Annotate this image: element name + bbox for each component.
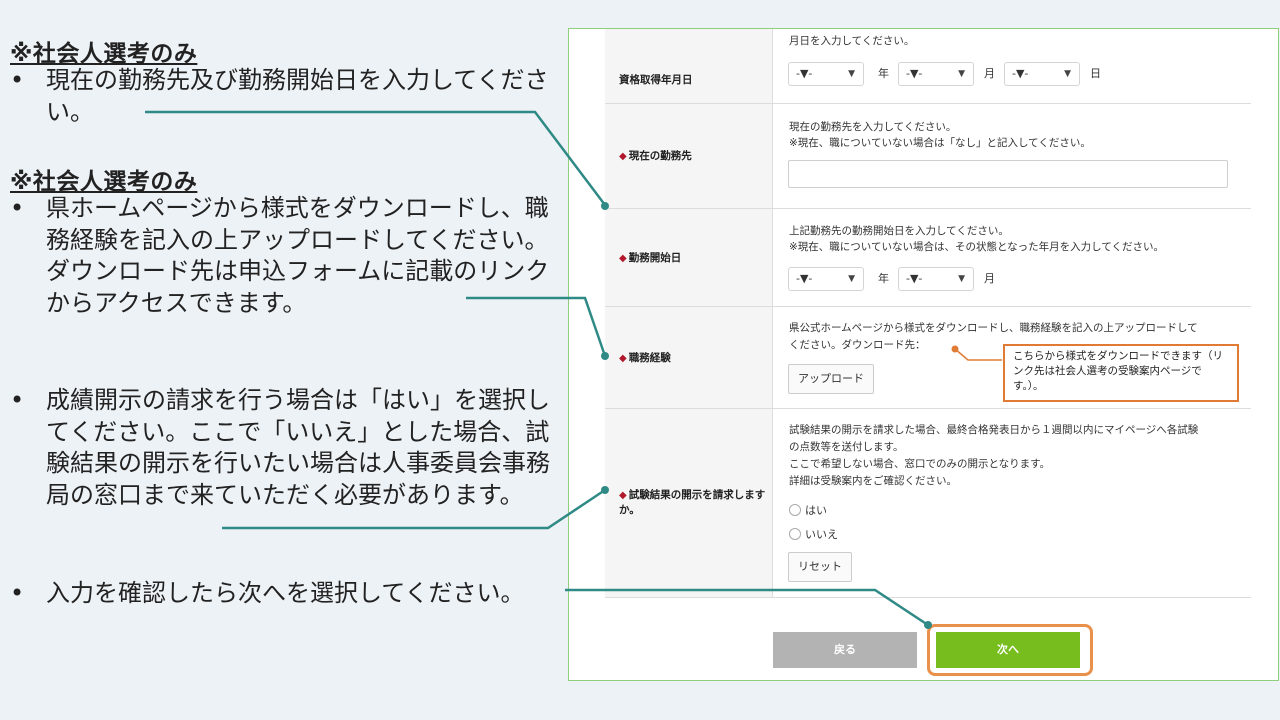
unit-month: 月 — [984, 272, 995, 285]
row-disclosure-request: ◆ 試験結果の開示を請求しますか。 試験結果の開示を請求した場合、最終合格発表日か… — [605, 408, 1251, 598]
help-disclosure-4: 詳細は受験案内をご確認ください。 — [789, 475, 957, 487]
help-disclosure-2: の点数等を送付します。 — [789, 441, 904, 453]
note-employer-text: 現在の勤務先及び勤務開始日を入力してください。 — [46, 66, 549, 126]
row-start-date: ◆ 勤務開始日 上記勤務先の勤務開始日を入力してください。 ※現在、職についてい… — [605, 208, 1251, 307]
section-title-working-adult-1: ※社会人選考のみ — [10, 41, 198, 67]
unit-day: 日 — [1090, 67, 1101, 80]
note-disclosure-text: 成績開示の請求を行う場合は「はい」を選択してください。ここで「いいえ」とした場合… — [46, 386, 550, 509]
help-disclosure-1: 試験結果の開示を請求した場合、最終合格発表日から１週間以内にマイページへ各試験 — [789, 424, 1199, 436]
field-start-date: 上記勤務先の勤務開始日を入力してください。 ※現在、職についていない場合は、その… — [774, 209, 1251, 307]
reset-button[interactable]: リセット — [788, 552, 852, 582]
help-experience-2: ください。ダウンロード先： — [789, 339, 926, 351]
label-current-employer: ◆ 現在の勤務先 — [605, 104, 773, 209]
note-next: • 入力を確認したら次へを選択してください。 — [10, 578, 580, 610]
radio-no[interactable]: いいえ — [789, 527, 838, 543]
note-disclosure: • 成績開示の請求を行う場合は「はい」を選択してください。ここで「いいえ」とした… — [10, 385, 558, 511]
note-experience: • 県ホームページから様式をダウンロードし、職務経験を記入の上アップロードしてく… — [10, 193, 558, 319]
bullet: • — [10, 66, 25, 94]
download-link-callout[interactable]: こちらから様式をダウンロードできます（リンク先は社会人選考の受験案内ページです。… — [1003, 344, 1239, 402]
qualification-year-select[interactable]: -▼- ▼ — [788, 62, 864, 86]
diamond-icon: ◆ — [619, 490, 627, 501]
note-experience-text: 県ホームページから様式をダウンロードし、職務経験を記入の上アップロードしてくださ… — [46, 194, 550, 317]
start-month-select[interactable]: -▼- ▼ — [898, 267, 974, 291]
employer-input[interactable] — [788, 160, 1228, 188]
chevron-down-icon: ▼ — [958, 69, 965, 79]
qualification-day-select[interactable]: -▼- ▼ — [1004, 62, 1080, 86]
chevron-down-icon: ▼ — [1064, 69, 1071, 79]
help-disclosure-3: ここで希望しない場合、窓口でのみの開示となります。 — [789, 458, 1051, 470]
label-work-experience: ◆ 職務経験 — [605, 307, 773, 409]
chevron-down-icon: ▼ — [848, 274, 855, 284]
next-button[interactable]: 次へ — [936, 632, 1080, 668]
diamond-icon: ◆ — [619, 151, 627, 162]
row-current-employer: ◆ 現在の勤務先 現在の勤務先を入力してください。 ※現在、職についていない場合… — [605, 103, 1251, 209]
help-start-1: 上記勤務先の勤務開始日を入力してください。 — [789, 225, 1009, 237]
start-year-select[interactable]: -▼- ▼ — [788, 267, 864, 291]
radio-no-circle[interactable] — [789, 528, 801, 540]
note-next-text: 入力を確認したら次へを選択してください。 — [46, 579, 525, 607]
bullet: • — [10, 194, 25, 222]
help-employer-1: 現在の勤務先を入力してください。 — [789, 121, 957, 133]
unit-year: 年 — [878, 272, 889, 285]
chevron-down-icon: ▼ — [848, 69, 855, 79]
field-current-employer: 現在の勤務先を入力してください。 ※現在、職についていない場合は「なし」と記入し… — [774, 104, 1251, 209]
qualification-month-select[interactable]: -▼- ▼ — [898, 62, 974, 86]
help-employer-2: ※現在、職についていない場合は「なし」と記入してください。 — [789, 137, 1091, 149]
upload-button[interactable]: アップロード — [788, 364, 874, 394]
chevron-down-icon: ▼ — [958, 274, 965, 284]
section-title-working-adult-2: ※社会人選考のみ — [10, 169, 198, 195]
label-disclosure-request: ◆ 試験結果の開示を請求しますか。 — [605, 409, 773, 597]
help-experience-1: 県公式ホームページから様式をダウンロードし、職務経験を記入の上アップロードして — [789, 322, 1198, 334]
label-start-date: ◆ 勤務開始日 — [605, 209, 773, 307]
radio-yes[interactable]: はい — [789, 503, 827, 519]
diamond-icon: ◆ — [619, 252, 627, 264]
bullet: • — [10, 386, 25, 414]
field-disclosure-request: 試験結果の開示を請求した場合、最終合格発表日から１週間以内にマイページへ各試験 … — [774, 409, 1251, 597]
help-start-2: ※現在、職についていない場合は、その状態となった年月を入力してください。 — [789, 241, 1165, 253]
bullet: • — [10, 579, 25, 607]
back-button[interactable]: 戻る — [773, 632, 917, 668]
radio-yes-circle[interactable] — [789, 504, 801, 516]
unit-year: 年 — [878, 67, 889, 80]
note-employer: • 現在の勤務先及び勤務開始日を入力してください。 — [10, 65, 558, 128]
unit-month: 月 — [984, 67, 995, 80]
help-qualification: 月日を入力してください。 — [789, 35, 915, 47]
form-screenshot: 資格取得年月日 月日を入力してください。 -▼- ▼ 年 -▼- ▼ 月 -▼-… — [568, 28, 1279, 681]
diamond-icon: ◆ — [619, 352, 627, 364]
